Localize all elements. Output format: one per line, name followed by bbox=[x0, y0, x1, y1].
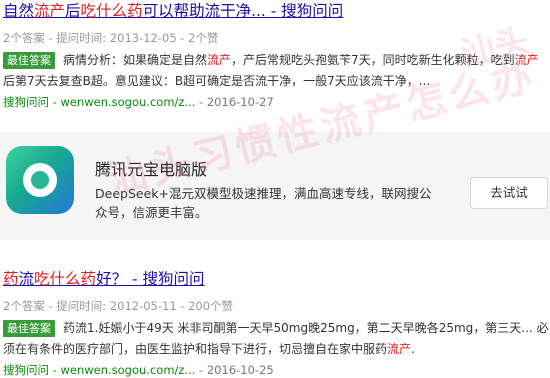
search-result-2: 药流吃什么药好？ - 搜狗问问 2个答案 - 提问时间: 2012-05-11 … bbox=[0, 268, 550, 378]
ad-card[interactable]: 腾讯元宝电脑版 DeepSeek+混元双模型极速推理，满血高速专线，联网搜公众号… bbox=[0, 132, 550, 240]
ad-description: DeepSeek+混元双模型极速推理，满血高速专线，联网搜公众号，信源更丰富。 bbox=[95, 186, 432, 220]
result-answer: 最佳答案 病情分析：如果确定是自然流产，产后常规吃头孢氨苄7天，同时吃新生化颗粒，… bbox=[3, 52, 539, 88]
best-answer-badge: 最佳答案 bbox=[3, 320, 55, 337]
yuanbao-logo-icon bbox=[6, 146, 74, 214]
result-title-link[interactable]: 药流吃什么药好？ - 搜狗问问 bbox=[3, 268, 550, 290]
result-meta: 2个答案 - 提问时间: 2012-05-11 - 200个赞 bbox=[3, 299, 234, 313]
best-answer-badge: 最佳答案 bbox=[3, 52, 55, 69]
result-source-link[interactable]: 搜狗问问 - wenwen.sogou.com/z... - 2016-10-2… bbox=[3, 94, 550, 110]
try-button[interactable]: 去试试 bbox=[470, 177, 548, 209]
result-title-link[interactable]: 自然流产后吃什么药可以帮助流干净... - 搜狗问问 bbox=[3, 0, 550, 22]
result-meta: 2个答案 - 提问时间: 2013-12-05 - 2个赞 bbox=[3, 31, 219, 45]
search-result-1: 自然流产后吃什么药可以帮助流干净... - 搜狗问问 2个答案 - 提问时间: … bbox=[0, 0, 550, 110]
ad-title[interactable]: 腾讯元宝电脑版 bbox=[95, 156, 207, 180]
result-answer: 最佳答案 药流1.妊娠小于49天 米非司酮第一天早50mg晚25mg，第二天早晚各… bbox=[3, 320, 549, 356]
result-source-link[interactable]: 搜狗问问 - wenwen.sogou.com/z... - 2016-10-2… bbox=[3, 362, 550, 378]
